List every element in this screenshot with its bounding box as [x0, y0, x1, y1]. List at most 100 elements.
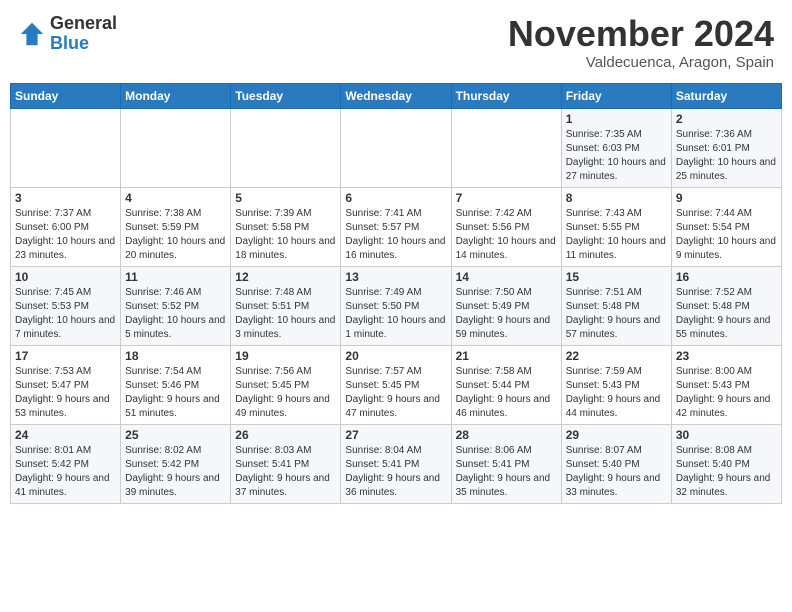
calendar-cell: 23 Sunrise: 8:00 AM Sunset: 5:43 PM Dayli… — [671, 345, 781, 424]
calendar-cell — [11, 108, 121, 187]
calendar-cell: 8Sunrise: 7:43 AM Sunset: 5:55 PM Daylig… — [561, 187, 671, 266]
day-number: 21 — [456, 349, 557, 363]
calendar-cell: 19Sunrise: 7:56 AM Sunset: 5:45 PM Dayli… — [231, 345, 341, 424]
weekday-header-tuesday: Tuesday — [231, 83, 341, 108]
calendar-cell: 6 Sunrise: 7:41 AM Sunset: 5:57 PM Daylig… — [341, 187, 451, 266]
weekday-header-saturday: Saturday — [671, 83, 781, 108]
calendar-week-2: 3 Sunrise: 7:37 AM Sunset: 6:00 PM Daylig… — [11, 187, 782, 266]
day-info: Sunrise: 7:52 AM Sunset: 5:48 PM Dayligh… — [676, 286, 777, 342]
day-number: 14 — [456, 270, 557, 284]
calendar-cell: 21Sunrise: 7:58 AM Sunset: 5:44 PM Dayli… — [451, 345, 561, 424]
day-number: 25 — [125, 428, 226, 442]
calendar-cell: 18 Sunrise: 7:54 AM Sunset: 5:46 PM Dayli… — [121, 345, 231, 424]
weekday-header-sunday: Sunday — [11, 83, 121, 108]
calendar-cell — [121, 108, 231, 187]
day-number: 11 — [125, 270, 226, 284]
day-number: 17 — [15, 349, 116, 363]
calendar-cell: 16 Sunrise: 7:52 AM Sunset: 5:48 PM Dayli… — [671, 266, 781, 345]
calendar-cell: 14 Sunrise: 7:50 AM Sunset: 5:49 PM Dayli… — [451, 266, 561, 345]
calendar-cell: 1 Sunrise: 7:35 AM Sunset: 6:03 PM Daylig… — [561, 108, 671, 187]
day-number: 26 — [235, 428, 336, 442]
day-info: Sunrise: 7:42 AM Sunset: 5:56 PM Dayligh… — [456, 207, 557, 263]
day-number: 9 — [676, 191, 777, 205]
day-info: Sunrise: 7:57 AM Sunset: 5:45 PM Dayligh… — [345, 365, 446, 421]
day-info: Sunrise: 7:48 AM Sunset: 5:51 PM Dayligh… — [235, 286, 336, 342]
weekday-header-wednesday: Wednesday — [341, 83, 451, 108]
calendar-cell: 4 Sunrise: 7:38 AM Sunset: 5:59 PM Daylig… — [121, 187, 231, 266]
weekday-header-monday: Monday — [121, 83, 231, 108]
calendar-cell: 2 Sunrise: 7:36 AM Sunset: 6:01 PM Daylig… — [671, 108, 781, 187]
day-number: 18 — [125, 349, 226, 363]
calendar-table: SundayMondayTuesdayWednesdayThursdayFrid… — [10, 83, 782, 504]
day-info: Sunrise: 7:46 AM Sunset: 5:52 PM Dayligh… — [125, 286, 226, 342]
calendar-cell: 17Sunrise: 7:53 AM Sunset: 5:47 PM Dayli… — [11, 345, 121, 424]
calendar-week-5: 24Sunrise: 8:01 AM Sunset: 5:42 PM Dayli… — [11, 424, 782, 503]
day-number: 2 — [676, 112, 777, 126]
calendar-cell: 22Sunrise: 7:59 AM Sunset: 5:43 PM Dayli… — [561, 345, 671, 424]
calendar-week-3: 10 Sunrise: 7:45 AM Sunset: 5:53 PM Dayli… — [11, 266, 782, 345]
month-title: November 2024 — [508, 14, 774, 54]
day-info: Sunrise: 7:37 AM Sunset: 6:00 PM Dayligh… — [15, 207, 116, 263]
day-info: Sunrise: 8:07 AM Sunset: 5:40 PM Dayligh… — [566, 444, 667, 500]
calendar-cell — [341, 108, 451, 187]
day-info: Sunrise: 7:44 AM Sunset: 5:54 PM Dayligh… — [676, 207, 777, 263]
calendar-cell: 12Sunrise: 7:48 AM Sunset: 5:51 PM Dayli… — [231, 266, 341, 345]
day-info: Sunrise: 7:54 AM Sunset: 5:46 PM Dayligh… — [125, 365, 226, 421]
day-number: 28 — [456, 428, 557, 442]
day-number: 1 — [566, 112, 667, 126]
day-info: Sunrise: 7:39 AM Sunset: 5:58 PM Dayligh… — [235, 207, 336, 263]
calendar-cell: 26 Sunrise: 8:03 AM Sunset: 5:41 PM Dayli… — [231, 424, 341, 503]
calendar-cell: 10 Sunrise: 7:45 AM Sunset: 5:53 PM Dayli… — [11, 266, 121, 345]
weekday-header-thursday: Thursday — [451, 83, 561, 108]
logo-general: General — [50, 14, 117, 34]
day-number: 16 — [676, 270, 777, 284]
calendar-cell: 5 Sunrise: 7:39 AM Sunset: 5:58 PM Daylig… — [231, 187, 341, 266]
day-info: Sunrise: 8:06 AM Sunset: 5:41 PM Dayligh… — [456, 444, 557, 500]
day-info: Sunrise: 8:08 AM Sunset: 5:40 PM Dayligh… — [676, 444, 777, 500]
day-info: Sunrise: 7:41 AM Sunset: 5:57 PM Dayligh… — [345, 207, 446, 263]
day-number: 10 — [15, 270, 116, 284]
day-number: 4 — [125, 191, 226, 205]
day-info: Sunrise: 7:43 AM Sunset: 5:55 PM Dayligh… — [566, 207, 667, 263]
calendar-cell: 28 Sunrise: 8:06 AM Sunset: 5:41 PM Dayli… — [451, 424, 561, 503]
day-info: Sunrise: 7:36 AM Sunset: 6:01 PM Dayligh… — [676, 128, 777, 184]
calendar-cell: 15Sunrise: 7:51 AM Sunset: 5:48 PM Dayli… — [561, 266, 671, 345]
calendar-cell: 24Sunrise: 8:01 AM Sunset: 5:42 PM Dayli… — [11, 424, 121, 503]
title-area: November 2024 Valdecuenca, Aragon, Spain — [508, 14, 774, 71]
logo-blue: Blue — [50, 34, 117, 54]
logo-text: General Blue — [50, 14, 117, 54]
day-info: Sunrise: 8:00 AM Sunset: 5:43 PM Dayligh… — [676, 365, 777, 421]
calendar-cell: 9 Sunrise: 7:44 AM Sunset: 5:54 PM Daylig… — [671, 187, 781, 266]
day-info: Sunrise: 7:45 AM Sunset: 5:53 PM Dayligh… — [15, 286, 116, 342]
weekday-row: SundayMondayTuesdayWednesdayThursdayFrid… — [11, 83, 782, 108]
day-number: 23 — [676, 349, 777, 363]
day-info: Sunrise: 7:50 AM Sunset: 5:49 PM Dayligh… — [456, 286, 557, 342]
day-number: 6 — [345, 191, 446, 205]
calendar-header: SundayMondayTuesdayWednesdayThursdayFrid… — [11, 83, 782, 108]
day-info: Sunrise: 8:02 AM Sunset: 5:42 PM Dayligh… — [125, 444, 226, 500]
calendar-cell: 11 Sunrise: 7:46 AM Sunset: 5:52 PM Dayli… — [121, 266, 231, 345]
day-info: Sunrise: 7:35 AM Sunset: 6:03 PM Dayligh… — [566, 128, 667, 184]
day-info: Sunrise: 7:38 AM Sunset: 5:59 PM Dayligh… — [125, 207, 226, 263]
day-number: 30 — [676, 428, 777, 442]
logo: General Blue — [18, 14, 117, 54]
day-number: 5 — [235, 191, 336, 205]
calendar-cell: 3 Sunrise: 7:37 AM Sunset: 6:00 PM Daylig… — [11, 187, 121, 266]
location: Valdecuenca, Aragon, Spain — [508, 54, 774, 71]
day-number: 29 — [566, 428, 667, 442]
calendar-cell: 20 Sunrise: 7:57 AM Sunset: 5:45 PM Dayli… — [341, 345, 451, 424]
calendar-cell: 30 Sunrise: 8:08 AM Sunset: 5:40 PM Dayli… — [671, 424, 781, 503]
day-number: 7 — [456, 191, 557, 205]
day-number: 22 — [566, 349, 667, 363]
calendar-cell — [231, 108, 341, 187]
day-info: Sunrise: 8:03 AM Sunset: 5:41 PM Dayligh… — [235, 444, 336, 500]
logo-icon — [18, 20, 46, 48]
day-info: Sunrise: 7:49 AM Sunset: 5:50 PM Dayligh… — [345, 286, 446, 342]
day-number: 3 — [15, 191, 116, 205]
calendar-cell — [451, 108, 561, 187]
calendar-cell: 13 Sunrise: 7:49 AM Sunset: 5:50 PM Dayli… — [341, 266, 451, 345]
day-number: 13 — [345, 270, 446, 284]
day-number: 20 — [345, 349, 446, 363]
calendar-week-1: 1 Sunrise: 7:35 AM Sunset: 6:03 PM Daylig… — [11, 108, 782, 187]
calendar-body: 1 Sunrise: 7:35 AM Sunset: 6:03 PM Daylig… — [11, 108, 782, 503]
